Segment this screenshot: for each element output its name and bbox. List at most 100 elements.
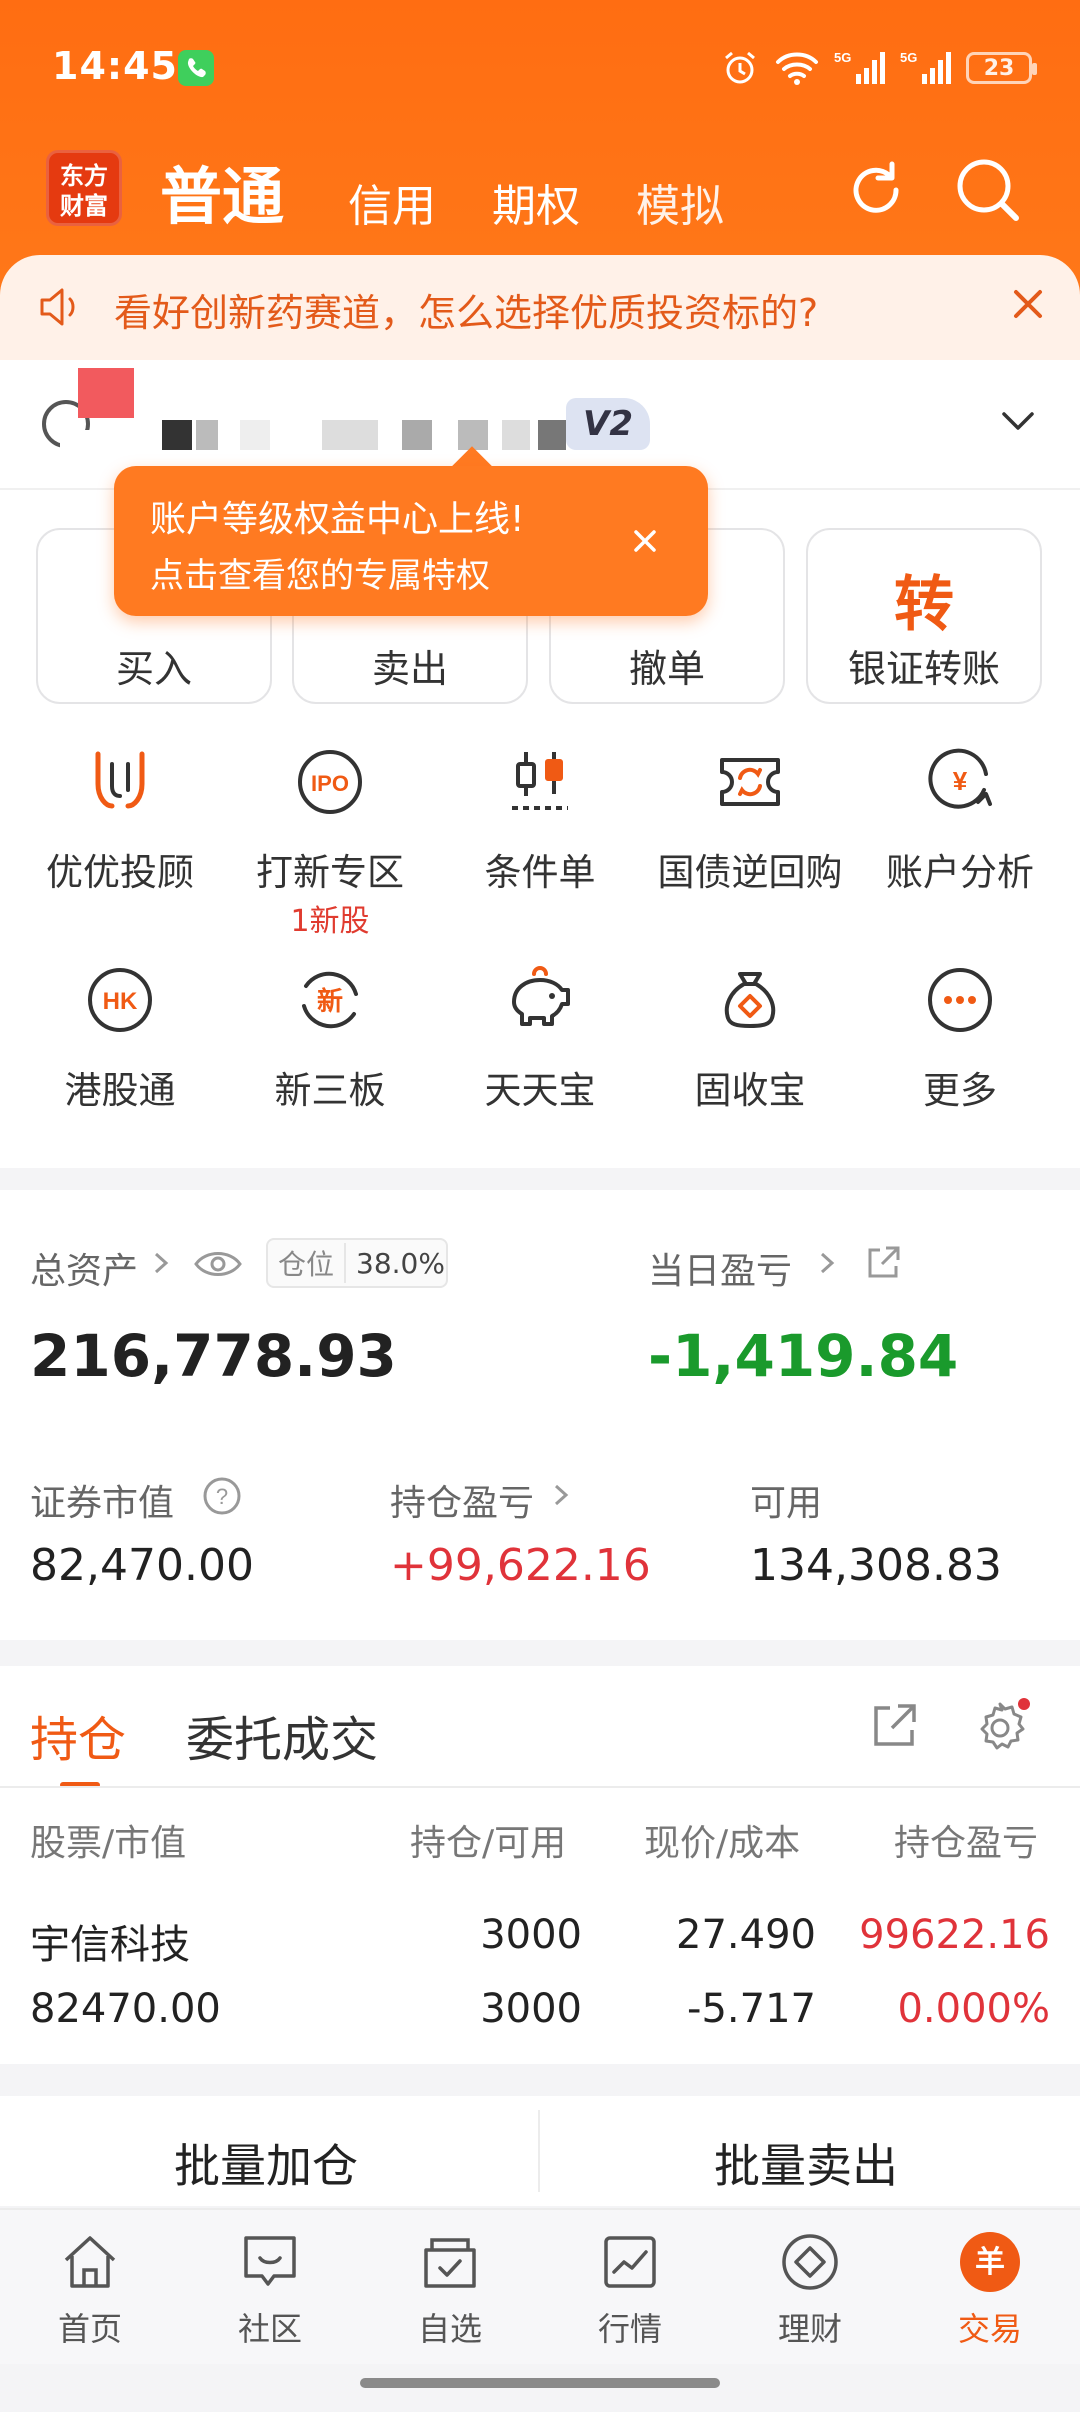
search-icon[interactable] — [952, 154, 1024, 226]
total-assets-value: 216,778.93 — [30, 1322, 397, 1390]
help-icon[interactable]: ? — [202, 1476, 242, 1516]
col-position-header: 持仓/可用 — [410, 1823, 567, 1864]
tab-orders[interactable]: 委托成交 — [186, 1700, 378, 1770]
chevron-right-icon[interactable] — [150, 1248, 174, 1278]
position-label: 仓位 — [268, 1243, 347, 1283]
tab-options[interactable]: 期权 — [492, 170, 580, 234]
grid-item-neeq[interactable]: 新 新三板 — [222, 964, 438, 1164]
level-badge[interactable]: V2 — [566, 398, 650, 450]
logo-line1: 东方 — [60, 162, 108, 190]
nav-label: 行情 — [597, 2310, 662, 2348]
nav-home[interactable]: 首页 — [0, 2220, 180, 2360]
account-masked — [240, 420, 270, 450]
batch-add-button[interactable]: 批量加仓 — [174, 2130, 358, 2196]
tab-credit[interactable]: 信用 — [348, 170, 436, 234]
grid-item-fixed-income[interactable]: 固收宝 — [642, 964, 858, 1164]
col-stock-header: 股票/市值 — [30, 1823, 187, 1864]
tab-normal[interactable]: 普通 — [160, 146, 284, 236]
watchlist-icon — [424, 2238, 476, 2288]
daily-pnl-label[interactable]: 当日盈亏 — [648, 1242, 792, 1294]
nav-label: 自选 — [417, 2310, 482, 2348]
advisor-icon — [95, 751, 145, 809]
nav-label: 理财 — [777, 2310, 842, 2348]
position-ratio-pill: 仓位 38.0% — [266, 1238, 448, 1288]
sell-label: 卖出 — [371, 647, 448, 691]
nav-watchlist[interactable]: 自选 — [360, 2220, 540, 2360]
grid-item-tiantianbao[interactable]: 天天宝 — [432, 964, 648, 1164]
home-icon — [64, 2236, 116, 2288]
grid-item-hk-connect[interactable]: HK 港股通 — [12, 964, 228, 1164]
battery-level: 23 — [983, 55, 1015, 81]
share-icon[interactable] — [864, 1244, 902, 1282]
nav-wealth[interactable]: 理财 — [720, 2220, 900, 2360]
nav-market[interactable]: 行情 — [540, 2220, 720, 2360]
nav-label: 首页 — [57, 2310, 122, 2348]
wifi-icon — [776, 52, 818, 85]
ipo-icon-text: IPO — [311, 771, 349, 796]
account-masked — [502, 420, 530, 450]
chevron-down-icon[interactable] — [996, 400, 1040, 444]
grid-item-ipo[interactable]: IPO 打新专区 1新股 — [222, 746, 438, 946]
account-masked — [458, 420, 488, 450]
money-bag-icon — [724, 972, 776, 1028]
tab-simulated[interactable]: 模拟 — [636, 170, 724, 234]
grid-item-account-analysis[interactable]: ¥ 账户分析 — [852, 746, 1068, 946]
chat-icon — [244, 2236, 296, 2286]
bank-transfer-button[interactable]: 转 银证转账 — [806, 528, 1042, 704]
repo-icon — [720, 758, 780, 806]
divider — [538, 2110, 540, 2192]
grid-item-conditional-order[interactable]: 条件单 — [432, 746, 648, 946]
tab-positions[interactable]: 持仓 — [30, 1700, 126, 1770]
grid-label: 账户分析 — [886, 851, 1034, 894]
nav-trade[interactable]: 羊 交易 — [900, 2220, 1080, 2360]
home-indicator[interactable] — [360, 2378, 720, 2388]
svg-text:5G: 5G — [834, 50, 851, 65]
refresh-icon[interactable] — [840, 154, 912, 226]
total-assets-label[interactable]: 总资产 — [30, 1242, 138, 1294]
piggy-bank-icon — [512, 966, 570, 1026]
account-masked — [538, 420, 566, 450]
holding-pnl-label[interactable]: 持仓盈亏 — [390, 1474, 534, 1526]
chevron-right-icon[interactable] — [816, 1248, 840, 1278]
batch-sell-button[interactable]: 批量卖出 — [714, 2130, 898, 2196]
yuan-analysis-icon: ¥ — [928, 748, 992, 809]
stock-available: 3000 — [480, 1986, 582, 2032]
signal-5g-icon: 5G — [834, 50, 885, 84]
account-masked — [196, 420, 218, 450]
external-link-icon[interactable] — [868, 1700, 920, 1752]
batch-actions — [0, 2096, 1080, 2206]
close-icon[interactable] — [1008, 284, 1048, 324]
grid-item-more[interactable]: 更多 — [852, 964, 1068, 1164]
svg-text:5G: 5G — [900, 50, 917, 65]
level-tooltip[interactable]: 账户等级权益中心上线! 点击查看您的专属特权 — [114, 466, 708, 616]
logo-line2: 财富 — [60, 192, 108, 220]
grid-label: 港股通 — [64, 1069, 176, 1112]
notice-text[interactable]: 看好创新药赛道，怎么选择优质投资标的? — [114, 282, 818, 337]
grid-label: 新三板 — [274, 1069, 386, 1112]
eye-icon[interactable] — [192, 1244, 244, 1284]
grid-item-reverse-repo[interactable]: 国债逆回购 — [642, 746, 858, 946]
grid-label: 优优投顾 — [46, 851, 194, 894]
new-board-icon: 新 — [302, 971, 358, 1029]
grid-label: 更多 — [923, 1069, 997, 1112]
nav-community[interactable]: 社区 — [180, 2220, 360, 2360]
phone-icon — [178, 50, 214, 86]
battery-icon: 23 — [966, 52, 1037, 84]
alarm-icon — [725, 51, 755, 84]
divider — [0, 1786, 1080, 1788]
chevron-right-icon[interactable] — [550, 1480, 574, 1510]
status-icons: 5G 5G 23 — [720, 46, 1037, 90]
ipo-icon: IPO — [298, 750, 362, 814]
trade-icon: 羊 — [960, 2232, 1020, 2292]
close-icon[interactable] — [630, 526, 660, 556]
buy-label: 买入 — [115, 647, 192, 691]
stock-pnl-pct: 0.000% — [897, 1986, 1050, 2032]
account-masked — [322, 420, 378, 450]
stock-market-value: 82470.00 — [30, 1986, 221, 2032]
market-value: 82,470.00 — [30, 1540, 254, 1591]
gear-icon[interactable] — [970, 1696, 1030, 1756]
available-label: 可用 — [750, 1483, 823, 1524]
grid-item-advisor[interactable]: 优优投顾 — [12, 746, 228, 946]
yuan-icon-text: ¥ — [953, 766, 968, 796]
stock-price: 27.490 — [676, 1912, 816, 1958]
